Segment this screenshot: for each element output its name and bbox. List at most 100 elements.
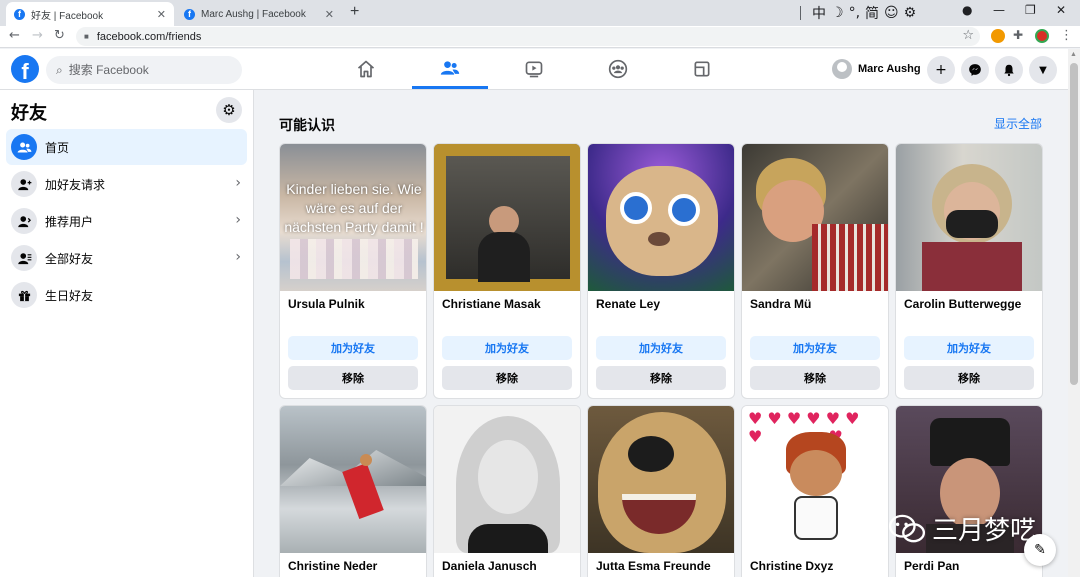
- messenger-button[interactable]: [961, 56, 989, 84]
- notifications-button[interactable]: [995, 56, 1023, 84]
- bookmark-star-icon[interactable]: ☆: [962, 28, 974, 43]
- create-button[interactable]: +: [927, 56, 955, 84]
- sidebar-item-home[interactable]: 首页: [6, 129, 247, 165]
- add-friend-button[interactable]: 加为好友: [288, 336, 418, 360]
- scrollbar-thumb[interactable]: [1070, 63, 1078, 385]
- new-tab-button[interactable]: +: [350, 3, 359, 21]
- person-photo[interactable]: [434, 406, 580, 553]
- forward-icon[interactable]: →: [32, 28, 43, 43]
- person-name[interactable]: Ursula Pulnik: [288, 297, 365, 311]
- person-card[interactable]: Sandra Mü 加为好友 移除: [741, 143, 889, 399]
- browser-tab-friends[interactable]: f 好友 | Facebook ✕: [6, 2, 174, 26]
- person-card[interactable]: Daniela Janusch: [433, 405, 581, 577]
- profile-shortcut[interactable]: Marc Aushg: [828, 55, 927, 83]
- sidebar-item-all-friends[interactable]: 全部好友 ›: [6, 240, 247, 276]
- remove-button[interactable]: 移除: [442, 366, 572, 390]
- person-card[interactable]: Christiane Masak 加为好友 移除: [433, 143, 581, 399]
- sidebar-item-birthdays[interactable]: 生日好友: [6, 277, 247, 313]
- url-text[interactable]: facebook.com/friends: [97, 31, 202, 43]
- person-photo[interactable]: Kinder lieben sie. Wie wäre es auf der n…: [280, 144, 426, 291]
- tab-close-icon[interactable]: ✕: [325, 8, 334, 21]
- back-icon[interactable]: ←: [9, 28, 20, 43]
- ime-chinese-icon[interactable]: 中: [812, 3, 826, 23]
- search-icon: ⌕: [56, 62, 63, 77]
- person-photo[interactable]: [896, 144, 1042, 291]
- person-card[interactable]: ♥ ♥ ♥ ♥ ♥ ♥♥ ♥ Christine Dxyz: [741, 405, 889, 577]
- person-name[interactable]: Renate Ley: [596, 297, 660, 311]
- window-close-icon[interactable]: ✕: [1056, 3, 1066, 17]
- see-all-link[interactable]: 显示全部: [994, 115, 1042, 132]
- add-friend-button[interactable]: 加为好友: [750, 336, 880, 360]
- facebook-favicon-icon: f: [184, 8, 195, 20]
- facebook-favicon-icon: f: [14, 8, 25, 20]
- person-photo[interactable]: [588, 144, 734, 291]
- lock-icon: ■: [84, 32, 89, 41]
- minimize-icon[interactable]: —: [993, 3, 1005, 17]
- person-name[interactable]: Jutta Esma Freunde: [596, 559, 711, 573]
- person-name[interactable]: Perdi Pan: [904, 559, 959, 573]
- person-name[interactable]: Carolin Butterwegge: [904, 297, 1021, 311]
- remove-button[interactable]: 移除: [288, 366, 418, 390]
- person-card[interactable]: Renate Ley 加为好友 移除: [587, 143, 735, 399]
- person-name[interactable]: Sandra Mü: [750, 297, 811, 311]
- nav-tab-groups[interactable]: [580, 49, 656, 89]
- person-name[interactable]: Christiane Masak: [442, 297, 541, 311]
- profile-avatar-icon[interactable]: [1035, 29, 1049, 43]
- person-photo[interactable]: [434, 144, 580, 291]
- person-photo[interactable]: ♥ ♥ ♥ ♥ ♥ ♥♥ ♥: [742, 406, 888, 553]
- tab-close-icon[interactable]: ✕: [157, 8, 166, 21]
- page-scrollbar[interactable]: ▲: [1068, 49, 1080, 577]
- remove-button[interactable]: 移除: [904, 366, 1034, 390]
- tab-title: Marc Aushg | Facebook: [201, 8, 306, 20]
- person-name[interactable]: Christine Neder: [288, 559, 377, 573]
- sidebar-item-suggestions[interactable]: 推荐用户 ›: [6, 203, 247, 239]
- person-name[interactable]: Daniela Janusch: [442, 559, 537, 573]
- person-photo[interactable]: [742, 144, 888, 291]
- restore-icon[interactable]: ❐: [1025, 3, 1036, 17]
- person-card[interactable]: Carolin Butterwegge 加为好友 移除: [895, 143, 1043, 399]
- remove-button[interactable]: 移除: [596, 366, 726, 390]
- nav-tab-home[interactable]: [328, 49, 404, 89]
- person-card[interactable]: Christine Neder: [279, 405, 427, 577]
- person-card[interactable]: Jutta Esma Freunde: [587, 405, 735, 577]
- add-friend-button[interactable]: 加为好友: [904, 336, 1034, 360]
- person-card[interactable]: Perdi Pan: [895, 405, 1043, 577]
- friends-icon: [440, 60, 460, 75]
- cartoon-eye-shape: [668, 194, 700, 226]
- account-menu-button[interactable]: ▼: [1029, 56, 1057, 84]
- scroll-up-icon[interactable]: ▲: [1070, 51, 1077, 58]
- reload-icon[interactable]: ↻: [54, 28, 65, 43]
- add-friend-button[interactable]: 加为好友: [442, 336, 572, 360]
- emoji-icon[interactable]: ☺: [884, 5, 899, 21]
- settings-icon[interactable]: ⚙: [904, 5, 917, 21]
- friends-sidebar: 好友 ⚙ 首页 加好友请求 › 推荐用户 › 全部好友 › 生日好友: [0, 90, 254, 577]
- facebook-logo-icon[interactable]: f: [11, 55, 39, 83]
- person-photo[interactable]: [588, 406, 734, 553]
- sidebar-item-friend-requests[interactable]: 加好友请求 ›: [6, 166, 247, 202]
- moon-icon[interactable]: ☽: [831, 5, 844, 21]
- browser-menu-icon[interactable]: ⋮: [1060, 28, 1073, 43]
- remove-button[interactable]: 移除: [750, 366, 880, 390]
- friends-settings-button[interactable]: ⚙: [216, 97, 242, 123]
- all-friends-icon: [11, 245, 37, 271]
- tab-title: 好友 | Facebook: [31, 10, 104, 22]
- simplified-chinese-icon[interactable]: 简: [865, 3, 879, 23]
- search-input[interactable]: [68, 63, 219, 77]
- search-bar[interactable]: ⌕: [46, 56, 242, 84]
- address-bar-row: ← → ↻ ■ facebook.com/friends ☆ ✚ ⋮: [0, 26, 1080, 48]
- new-message-button[interactable]: ✎: [1024, 534, 1056, 566]
- person-name[interactable]: Christine Dxyz: [750, 559, 833, 573]
- add-friend-button[interactable]: 加为好友: [596, 336, 726, 360]
- browser-tab-profile[interactable]: f Marc Aushg | Facebook ✕: [176, 2, 342, 26]
- nav-tab-watch[interactable]: [496, 49, 572, 89]
- nav-tab-friends[interactable]: [412, 49, 488, 89]
- person-photo[interactable]: [280, 406, 426, 553]
- omnibox[interactable]: ■ facebook.com/friends ☆: [76, 27, 980, 46]
- punctuation-icon[interactable]: °,: [849, 5, 860, 21]
- extension-pumpkin-icon[interactable]: [991, 29, 1005, 43]
- person-card[interactable]: Kinder lieben sie. Wie wäre es auf der n…: [279, 143, 427, 399]
- nav-tab-gaming[interactable]: [664, 49, 740, 89]
- extensions-puzzle-icon[interactable]: ✚: [1013, 28, 1023, 42]
- profile-dropdown-icon[interactable]: ●: [962, 3, 972, 17]
- photo-overlay-text: Kinder lieben sie. Wie wäre es auf der n…: [284, 181, 424, 235]
